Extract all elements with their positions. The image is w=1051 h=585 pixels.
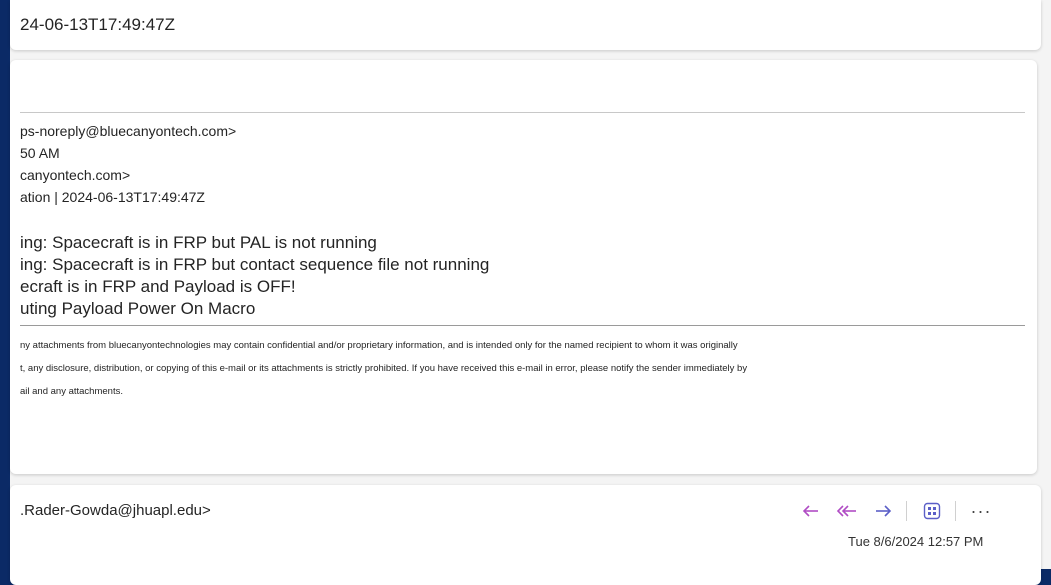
- body-line: ing: Spacecraft is in FRP but contact se…: [20, 255, 490, 274]
- subject-bar: 24-06-13T17:49:47Z: [10, 0, 1041, 50]
- more-actions-button[interactable]: ···: [966, 498, 996, 524]
- reply-timestamp: Tue 8/6/2024 12:57 PM: [848, 534, 984, 549]
- reply-all-icon[interactable]: [832, 498, 862, 524]
- toolbar-separator: [906, 501, 907, 521]
- body-line: ing: Spacecraft is in FRP but PAL is not…: [20, 233, 377, 252]
- email-subject: 24-06-13T17:49:47Z: [20, 15, 175, 34]
- toolbar-separator: [955, 501, 956, 521]
- disclaimer-line: ny attachments from bluecanyontechnologi…: [20, 340, 738, 351]
- header-sent: 50 AM: [20, 145, 60, 161]
- header-subject: ation | 2024-06-13T17:49:47Z: [20, 189, 205, 205]
- reply-icon[interactable]: [796, 498, 826, 524]
- disclaimer-line: ail and any attachments.: [20, 386, 123, 397]
- body-line: ecraft is in FRP and Payload is OFF!: [20, 277, 296, 296]
- header-divider: [20, 112, 1025, 113]
- message-card: ps-noreply@bluecanyontech.com> 50 AM can…: [10, 60, 1037, 474]
- apps-icon[interactable]: [917, 498, 947, 524]
- disclaimer-divider: [20, 325, 1025, 326]
- message-actions: ···: [790, 498, 996, 524]
- body-line: uting Payload Power On Macro: [20, 299, 256, 318]
- header-to: canyontech.com>: [20, 167, 131, 183]
- forward-icon[interactable]: [868, 498, 898, 524]
- reply-message-card[interactable]: .Rader-Gowda@jhuapl.edu> ··· Tue 8/6/202…: [10, 485, 1041, 585]
- disclaimer-line: t, any disclosure, distribution, or copy…: [20, 363, 748, 374]
- reading-pane: 24-06-13T17:49:47Z ps-noreply@bluecanyon…: [10, 0, 1051, 585]
- reply-sender: .Rader-Gowda@jhuapl.edu>: [20, 502, 211, 519]
- header-from: ps-noreply@bluecanyontech.com>: [20, 123, 237, 139]
